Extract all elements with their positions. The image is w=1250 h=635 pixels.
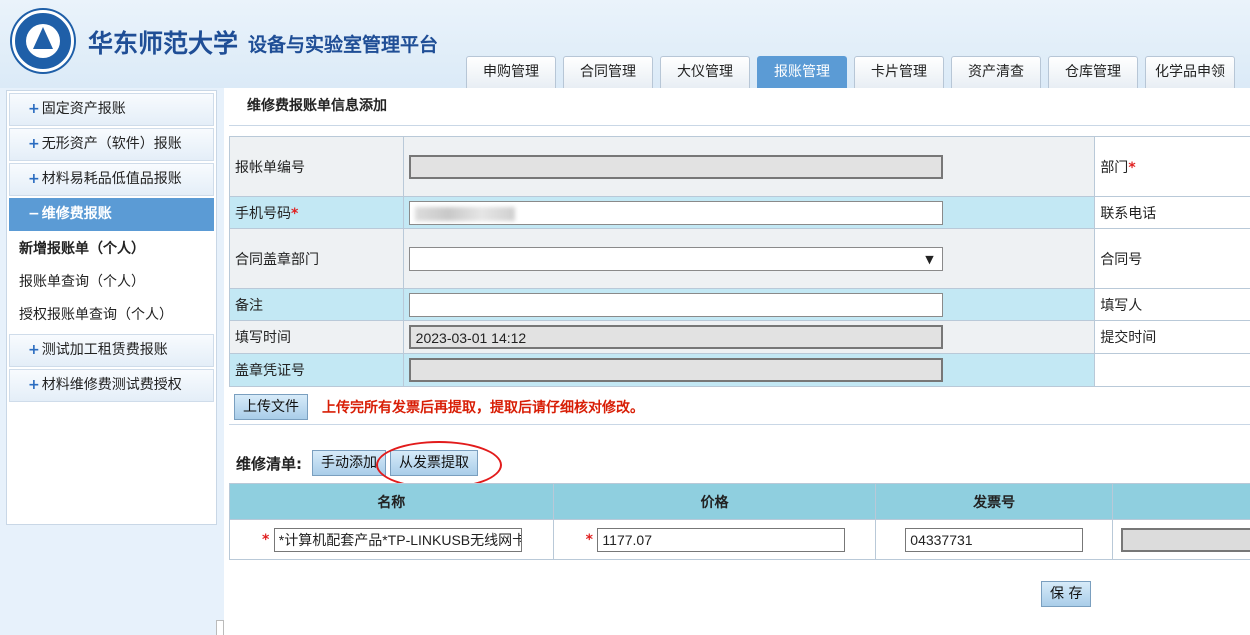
plus-icon: + bbox=[28, 101, 40, 117]
phone-field[interactable] bbox=[408, 200, 943, 225]
sidebar-item-materials[interactable]: + 材料易耗品低值品报账 bbox=[9, 163, 214, 196]
label-submit-time: 提交时间 bbox=[1094, 320, 1250, 354]
label-remark: 备注 bbox=[229, 288, 404, 321]
item-price-field[interactable]: 1177.07 bbox=[597, 527, 846, 552]
save-button[interactable]: 保 存 bbox=[1041, 581, 1092, 607]
plus-icon: + bbox=[28, 377, 40, 393]
required-mark: * bbox=[262, 531, 270, 548]
sidebar-item-label: 材料易耗品低值品报账 bbox=[41, 171, 182, 187]
column-header-name: 名称 bbox=[229, 483, 554, 520]
tab-reimbursement[interactable]: 报账管理 bbox=[757, 56, 847, 88]
main-content: 维修费报账单信息添加 报帐单编号 部门* 手机号码* 联系电话 合同盖章部门 ▼… bbox=[229, 88, 1250, 635]
tab-asset-inventory[interactable]: 资产清查 bbox=[951, 56, 1041, 88]
readonly-field bbox=[1121, 527, 1250, 552]
item-name-field[interactable]: *计算机配套产品*TP-LINKUSB无线网卡 bbox=[273, 527, 522, 552]
column-header-invoice: 发票号 bbox=[875, 483, 1114, 520]
label-dept-text: 部门 bbox=[1100, 159, 1129, 176]
sidebar-menu: + 固定资产报账 + 无形资产（软件）报账 + 材料易耗品低值品报账 − 维修费报账 新… bbox=[6, 90, 217, 525]
column-header-price: 价格 bbox=[552, 483, 877, 520]
sidebar-item-label: 测试加工租赁费报账 bbox=[41, 342, 168, 358]
tab-contract[interactable]: 合同管理 bbox=[563, 56, 653, 88]
platform-name: 设备与实验室管理平台 bbox=[248, 34, 439, 56]
required-mark: * bbox=[291, 205, 299, 222]
sidebar-item-label: 无形资产（软件）报账 bbox=[41, 136, 182, 152]
university-logo bbox=[12, 10, 74, 72]
sidebar-item-test-processing[interactable]: + 测试加工租赁费报账 bbox=[9, 334, 214, 367]
repair-list-label: 维修清单: bbox=[236, 454, 302, 473]
label-contact-phone: 联系电话 bbox=[1094, 196, 1250, 229]
top-tabs: 申购管理 合同管理 大仪管理 报账管理 卡片管理 资产清查 仓库管理 化学品申领 bbox=[466, 56, 1242, 88]
minus-icon: − bbox=[28, 206, 40, 222]
sidebar-item-label: 维修费报账 bbox=[41, 206, 112, 222]
university-name: 华东师范大学 bbox=[88, 29, 239, 58]
plus-icon: + bbox=[28, 136, 40, 152]
sidebar-item-label: 材料维修费测试费授权 bbox=[41, 377, 182, 393]
label-filler: 填写人 bbox=[1094, 288, 1250, 321]
header: 华东师范大学 设备与实验室管理平台 申购管理 合同管理 大仪管理 报账管理 卡片… bbox=[0, 0, 1250, 88]
tab-large-instrument[interactable]: 大仪管理 bbox=[660, 56, 750, 88]
label-contract-no: 合同号 bbox=[1094, 228, 1250, 289]
tab-purchase[interactable]: 申购管理 bbox=[466, 56, 556, 88]
divider bbox=[229, 424, 1250, 425]
label-seal-voucher: 盖章凭证号 bbox=[229, 353, 404, 387]
upload-file-button[interactable]: 上传文件 bbox=[234, 394, 308, 420]
label-bill-no: 报帐单编号 bbox=[229, 136, 404, 197]
sidebar-subitem-bill-query[interactable]: 报账单查询（个人） bbox=[7, 266, 216, 299]
redacted-phone bbox=[414, 206, 515, 221]
page-title: 维修费报账单信息添加 bbox=[229, 88, 1250, 126]
upload-warning: 上传完所有发票后再提取，提取后请仔细核对修改。 bbox=[322, 400, 644, 416]
tab-chemical-request[interactable]: 化学品申领 bbox=[1145, 56, 1235, 88]
empty-cell bbox=[1094, 353, 1250, 387]
plus-icon: + bbox=[28, 342, 40, 358]
seal-voucher-field[interactable] bbox=[408, 358, 943, 382]
sidebar-item-fixed-asset[interactable]: + 固定资产报账 bbox=[9, 93, 214, 126]
label-seal-dept: 合同盖章部门 bbox=[229, 228, 404, 289]
chevron-down-icon: ▼ bbox=[925, 252, 934, 266]
required-mark: * bbox=[585, 531, 593, 548]
required-mark: * bbox=[1128, 159, 1136, 176]
bill-form: 报帐单编号 部门* 手机号码* 联系电话 合同盖章部门 ▼ 合同号 备注 填写人… bbox=[229, 136, 1250, 387]
manual-add-button[interactable]: 手动添加 bbox=[312, 450, 386, 476]
fill-time-field[interactable]: 2023-03-01 14:12 bbox=[408, 325, 943, 349]
tab-warehouse[interactable]: 仓库管理 bbox=[1048, 56, 1138, 88]
table-row: * *计算机配套产品*TP-LINKUSB无线网卡 * 1177.07 0433… bbox=[229, 519, 1250, 560]
repair-list-toolbar: 维修清单: 手动添加 从发票提取 bbox=[236, 441, 502, 489]
sidebar-subitem-authorized-query[interactable]: 授权报账单查询（个人） bbox=[7, 299, 216, 332]
tab-card[interactable]: 卡片管理 bbox=[854, 56, 944, 88]
sidebar-item-authorization[interactable]: + 材料维修费测试费授权 bbox=[9, 369, 214, 402]
label-dept: 部门* bbox=[1094, 136, 1250, 197]
sidebar-item-intangible-asset[interactable]: + 无形资产（软件）报账 bbox=[9, 128, 214, 161]
highlight-circle bbox=[376, 441, 502, 489]
label-phone-text: 手机号码 bbox=[235, 205, 291, 222]
remark-field[interactable] bbox=[408, 292, 943, 317]
label-fill-time: 填写时间 bbox=[229, 320, 404, 354]
column-header-extra bbox=[1112, 483, 1250, 520]
sidebar: + 固定资产报账 + 无形资产（软件）报账 + 材料易耗品低值品报账 − 维修费报账 新… bbox=[0, 88, 224, 635]
repair-list-table: 名称 价格 发票号 * *计算机配套产品*TP-LINKUSB无线网卡 * 11… bbox=[229, 483, 1250, 560]
invoice-no-field[interactable]: 04337731 bbox=[905, 527, 1084, 552]
plus-icon: + bbox=[28, 171, 40, 187]
bill-no-field[interactable] bbox=[408, 154, 943, 179]
seal-dept-select[interactable]: ▼ bbox=[408, 246, 943, 271]
sidebar-item-repair-fee[interactable]: − 维修费报账 bbox=[9, 198, 214, 231]
sidebar-subitem-new-bill[interactable]: 新增报账单（个人） bbox=[7, 233, 216, 266]
label-phone: 手机号码* bbox=[229, 196, 404, 229]
upload-row: 上传文件 上传完所有发票后再提取，提取后请仔细核对修改。 bbox=[234, 394, 644, 420]
sidebar-item-label: 固定资产报账 bbox=[41, 101, 126, 117]
collapse-sidebar-handle[interactable]: ◀ bbox=[216, 620, 224, 635]
